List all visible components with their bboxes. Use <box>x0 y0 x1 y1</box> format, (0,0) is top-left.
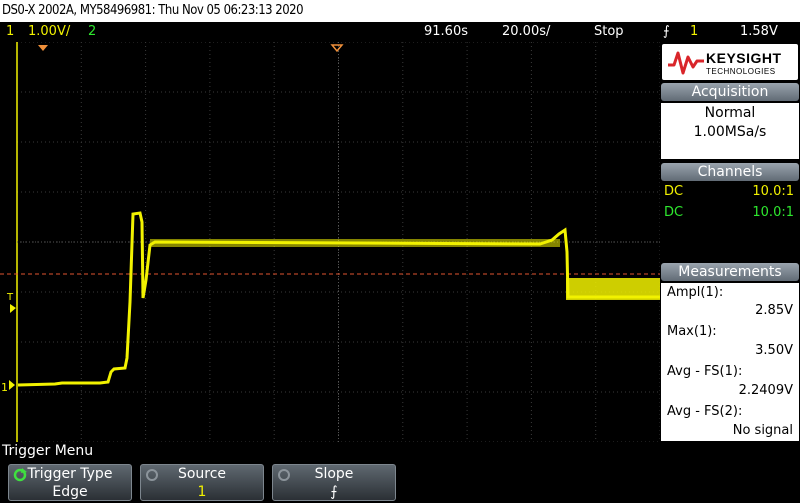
sidebar: KEYSIGHT TECHNOLOGIES Acquisition Normal… <box>660 42 800 442</box>
channel1-flat-band <box>150 239 560 247</box>
trigger-type-label: Trigger Type <box>27 466 113 482</box>
time-delay[interactable]: 91.60s <box>424 22 468 42</box>
time-scale[interactable]: 20.00s/ <box>502 22 550 42</box>
softkey-bar: Trigger Type Edge Source 1 Slope ⨍ <box>0 460 800 503</box>
channel2-probe: 10.0:1 <box>752 205 794 220</box>
meas-avg2-value: No signal <box>732 423 793 438</box>
logo-brand: KEYSIGHT <box>706 50 782 66</box>
acquisition-mode: Normal <box>704 105 756 121</box>
meas-ampl-label: Ampl(1): <box>667 285 724 300</box>
slope-softkey[interactable]: Slope ⨍ <box>272 464 396 501</box>
menu-title: Trigger Menu <box>0 442 800 460</box>
logo-sub: TECHNOLOGIES <box>706 67 776 76</box>
left-edge-marker <box>38 45 48 51</box>
trigger-level[interactable]: 1.58V <box>740 22 778 42</box>
meas-ampl-value: 2.85V <box>755 303 793 318</box>
channels-header[interactable]: Channels <box>661 163 799 181</box>
source-softkey[interactable]: Source 1 <box>140 464 264 501</box>
meas-max-label: Max(1): <box>667 324 717 339</box>
channel1-coupling: DC <box>664 184 684 199</box>
measurements-panel[interactable]: Ampl(1): 2.85V Max(1): 3.50V Avg - FS(1)… <box>661 283 799 441</box>
trigger-source[interactable]: 1 <box>690 22 698 42</box>
acquisition-rate: 1.00MSa/s <box>693 124 767 140</box>
meas-max-value: 3.50V <box>755 343 793 358</box>
waveform-graticule: T 1 <box>0 42 660 442</box>
trigger-type-value: Edge <box>52 484 88 500</box>
channel1-ground-arrow <box>9 380 15 390</box>
meas-avg1-value: 2.2409V <box>738 383 793 398</box>
acquisition-panel[interactable]: Normal 1.00MSa/s <box>661 103 799 159</box>
window-title: DS0-X 2002A, MY58496981: Thu Nov 05 06:2… <box>0 0 800 22</box>
channel2-number[interactable]: 2 <box>88 22 96 42</box>
waveform-display[interactable]: T 1 <box>0 42 660 442</box>
keysight-logo: KEYSIGHT TECHNOLOGIES <box>662 44 798 80</box>
trigger-position-marker <box>330 44 344 53</box>
channel1-noise-band <box>566 278 660 300</box>
trigger-marker-label: T <box>6 292 14 303</box>
trigger-type-softkey[interactable]: Trigger Type Edge <box>8 464 132 501</box>
falling-edge-icon: ⨍ <box>663 24 670 39</box>
channel1-probe: 10.0:1 <box>752 184 794 199</box>
trigger-level-arrow <box>10 304 16 313</box>
channel2-coupling: DC <box>664 205 684 220</box>
channel2-row[interactable]: DC 10.0:1 <box>662 204 796 222</box>
meas-avg1-label: Avg - FS(1): <box>667 364 743 379</box>
channel1-row[interactable]: DC 10.0:1 <box>662 183 796 201</box>
slope-value: ⨍ <box>330 484 338 500</box>
meas-avg2-label: Avg - FS(2): <box>667 404 743 419</box>
source-label: Source <box>177 466 227 482</box>
channel1-number[interactable]: 1 <box>6 22 14 42</box>
source-value: 1 <box>197 484 207 500</box>
slope-label: Slope <box>314 466 354 482</box>
keysight-wave-icon <box>668 51 704 75</box>
measurements-header[interactable]: Measurements <box>661 263 799 281</box>
channel1-ground-marker: 1 <box>1 381 8 394</box>
scope-status-bar: 1 1.00V/ 2 91.60s 20.00s/ Stop ⨍ 1 1.58V <box>0 22 800 42</box>
channel1-scale[interactable]: 1.00V/ <box>28 22 70 42</box>
acquisition-header[interactable]: Acquisition <box>661 83 799 101</box>
run-state[interactable]: Stop <box>594 22 624 42</box>
